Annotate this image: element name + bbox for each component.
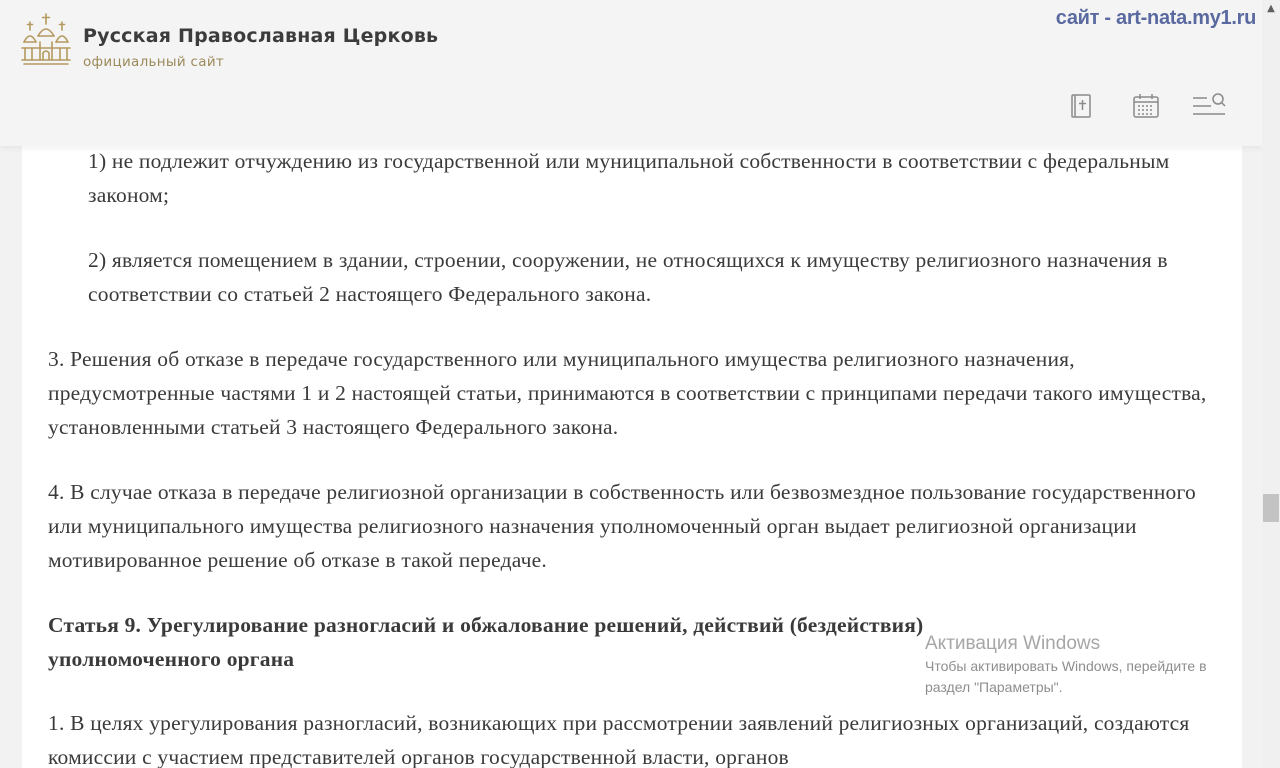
- bible-icon[interactable]: [1068, 92, 1098, 120]
- windows-activation-overlay: Активация Windows Чтобы активировать Win…: [925, 632, 1245, 698]
- article-item-1: 1) не подлежит отчуждению из государстве…: [88, 149, 1170, 207]
- church-logo-icon[interactable]: [20, 12, 72, 68]
- article-item-2: 2) является помещением в здании, строени…: [88, 248, 1168, 306]
- site-header: Русская Православная Церковь официальный…: [0, 0, 1262, 146]
- site-subtitle: официальный сайт: [83, 54, 225, 70]
- menu-search-icon[interactable]: [1192, 92, 1228, 120]
- activation-text: Чтобы активировать Windows, перейдите в …: [925, 658, 1207, 695]
- article-paragraph-4: 4. В случае отказа в передаче религиозно…: [48, 480, 1196, 572]
- article-9-heading: Статья 9. Урегулирование разногласий и о…: [48, 613, 924, 671]
- article-paragraph-3: 3. Решения об отказе в передаче государс…: [48, 347, 1207, 439]
- scroll-up-arrow-icon[interactable]: ▲: [1262, 0, 1280, 18]
- scrollbar-thumb[interactable]: [1263, 494, 1279, 522]
- watermark-text: сайт - art-nata.my1.ru: [1055, 7, 1257, 29]
- article-9-paragraph-1: 1. В целях урегулирования разногласий, в…: [48, 711, 1190, 768]
- vertical-scrollbar[interactable]: ▲: [1262, 0, 1280, 768]
- site-title[interactable]: Русская Православная Церковь: [83, 25, 438, 47]
- activation-title: Активация Windows: [925, 633, 1101, 654]
- calendar-icon[interactable]: [1131, 92, 1161, 120]
